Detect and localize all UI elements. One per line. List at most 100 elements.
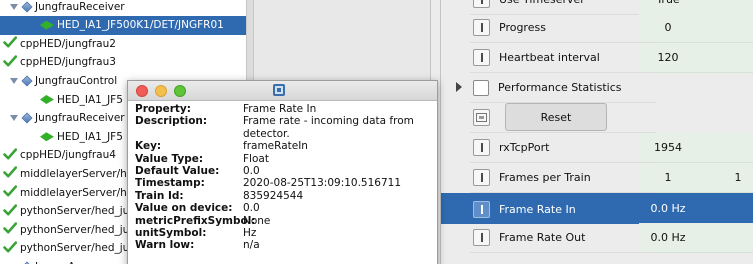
tree-item[interactable]: cppHED/jungfrau3	[0, 53, 246, 72]
tooltip-key: Description:	[135, 115, 208, 128]
tooltip-row: Timestamp: 2020-08-25T13:09:10.516711	[135, 177, 435, 189]
property-row[interactable]: Frames per Train	[470, 163, 656, 193]
tooltip-key: unitSymbol:	[135, 227, 207, 240]
property-extra-value: 1	[734, 171, 742, 184]
tree-item-label: cppHED/jungfrau4	[20, 149, 116, 162]
property-label: Progress	[499, 21, 546, 34]
device-class-icon	[21, 75, 33, 87]
device-instance-icon	[40, 132, 54, 141]
tooltip-key: Default Value:	[135, 165, 220, 178]
property-value: 0	[664, 21, 672, 34]
property-value: 0.0 Hz	[650, 202, 686, 215]
property-value: 1954	[654, 141, 682, 154]
tree-item-label: HED_IA1_JF5	[57, 130, 123, 143]
minimize-window-button[interactable]	[155, 85, 167, 97]
expand-arrow-icon[interactable]	[456, 82, 462, 92]
property-row[interactable]: Performance Statistics	[470, 73, 656, 103]
tooltip-row: Property: Frame Rate In	[135, 103, 435, 115]
tooltip-value: n/a	[243, 239, 260, 252]
tree-item-label: cppHED/jungfrau3	[20, 56, 116, 69]
tree-item-label: HED_IA1_JF500K1/DET/JNGFR01	[57, 19, 224, 32]
tree-item-label: pythonServer/hed_ju	[20, 223, 130, 236]
tooltip-value: Hz	[243, 227, 257, 240]
status-ok-icon	[3, 203, 17, 220]
status-ok-icon	[3, 240, 17, 257]
device-class-icon	[21, 112, 33, 124]
tooltip-row: Description: Frame rate - incoming data f…	[135, 115, 435, 140]
property-type-icon	[473, 19, 490, 36]
property-type-icon	[473, 229, 490, 246]
property-row[interactable]: Frame Rate Out	[470, 223, 656, 253]
tooltip-key: Train Id:	[135, 189, 184, 202]
property-label: Frame Rate Out	[499, 231, 586, 244]
tree-item-label: pythonServer/hed_ju	[20, 205, 130, 218]
tooltip-row: Train Id: 835924544	[135, 190, 435, 202]
tooltip-titlebar[interactable]	[128, 81, 437, 101]
tree-item-label: HED_IA1_JF5	[57, 93, 123, 106]
tooltip-value: 0.0	[243, 202, 260, 215]
tooltip-key: Value Type:	[135, 152, 204, 165]
tooltip-value: 0.0	[243, 165, 260, 178]
status-ok-icon	[3, 147, 17, 164]
property-label: rxTcpPort	[499, 141, 550, 154]
property-value: 0.0 Hz	[650, 231, 686, 244]
status-ok-icon	[3, 221, 17, 238]
device-class-icon	[21, 0, 33, 13]
tree-item-label: JungfrauReceiver	[35, 0, 125, 13]
tree-item[interactable]: HED_IA1_JF500K1/DET/JNGFR01	[0, 15, 246, 35]
expand-chevron-icon[interactable]	[10, 77, 18, 84]
tree-item[interactable]: cppHED/jungfrau2	[0, 34, 246, 53]
property-row[interactable]: Heartbeat interval	[470, 43, 656, 73]
tree-item-label: JungfrauReceiver	[35, 112, 125, 125]
tree-item-label: JungfrauControl	[35, 74, 118, 87]
property-type-icon	[473, 169, 490, 186]
property-type-icon	[473, 49, 490, 66]
property-value: 1	[664, 171, 672, 184]
tooltip-value: 2020-08-25T13:09:10.516711	[243, 177, 402, 190]
device-instance-icon	[40, 21, 54, 30]
tooltip-value: 835924544	[243, 189, 304, 202]
property-label: Heartbeat interval	[499, 51, 600, 64]
tooltip-value: Frame rate - incoming data from detector…	[243, 115, 414, 140]
property-value: True	[639, 0, 697, 6]
app-icon	[272, 83, 286, 97]
tooltip-row: metricPrefixSymbol: None	[135, 215, 435, 227]
reset-button[interactable]: Reset	[505, 103, 607, 131]
property-label: Frame Rate In	[499, 202, 576, 216]
tooltip-row: Default Value: 0.0	[135, 165, 435, 177]
tooltip-key: Warn low:	[135, 239, 195, 252]
property-row[interactable]: Frame Rate In	[470, 194, 656, 224]
property-label: Use Timeserver	[499, 0, 585, 6]
property-tooltip-window: Property: Frame Rate In Description: Frame …	[127, 80, 438, 264]
tree-item[interactable]: JungfrauReceiver	[0, 0, 246, 16]
device-instance-icon	[40, 95, 54, 104]
tooltip-key: Key:	[135, 140, 162, 153]
property-panel[interactable]: Use Timeserver True Progress 0 Heartbeat int…	[441, 0, 753, 264]
tooltip-value: frameRateIn	[243, 140, 308, 153]
maximize-window-button[interactable]	[174, 85, 186, 97]
status-ok-icon	[3, 35, 17, 52]
tooltip-value: None	[243, 214, 271, 227]
property-value: 120	[657, 51, 679, 64]
expand-chevron-icon[interactable]	[10, 115, 18, 122]
property-type-icon	[473, 200, 490, 218]
property-label: Frames per Train	[499, 171, 591, 184]
checkbox[interactable]	[473, 79, 489, 96]
tooltip-value: Frame Rate In	[243, 103, 317, 115]
close-window-button[interactable]	[136, 85, 148, 97]
property-row[interactable]: rxTcpPort	[470, 133, 656, 163]
status-ok-icon	[3, 54, 17, 71]
expand-chevron-icon[interactable]	[10, 3, 18, 10]
property-row[interactable]: Progress	[470, 13, 656, 43]
tree-item-label: cppHED/jungfrau2	[20, 37, 116, 50]
property-label: Performance Statistics	[498, 81, 622, 94]
tooltip-row: Value Type: Float	[135, 153, 435, 165]
tooltip-key: Value on device:	[135, 202, 233, 215]
status-ok-icon	[3, 184, 17, 201]
tree-item-label: pythonServer/hed_ju	[20, 242, 130, 255]
tooltip-row: Value on device: 0.0	[135, 202, 435, 214]
tooltip-key: Timestamp:	[135, 177, 205, 190]
tooltip-key: Property:	[135, 103, 191, 115]
tooltip-value: Float	[243, 152, 269, 165]
tooltip-key: metricPrefixSymbol:	[135, 214, 256, 227]
